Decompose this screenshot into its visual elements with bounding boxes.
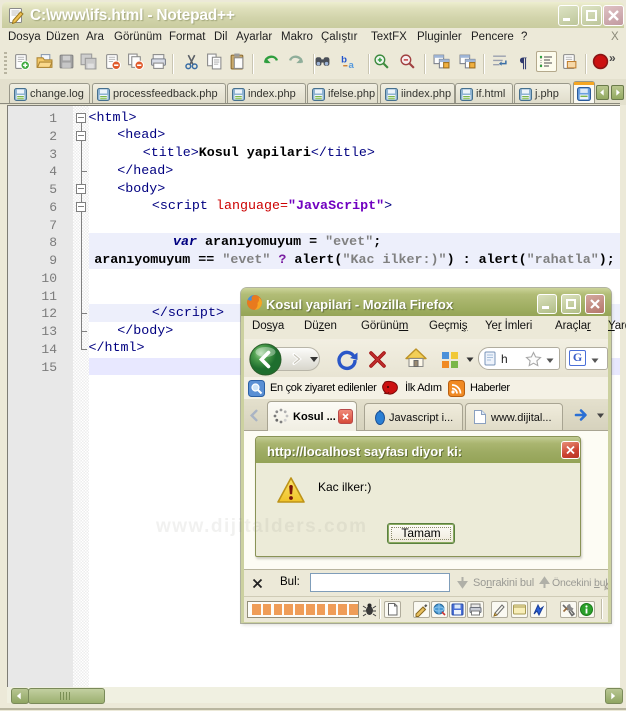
svg-text:b: b — [341, 55, 347, 66]
svg-text:a: a — [349, 60, 355, 70]
svg-text:¶: ¶ — [519, 55, 527, 70]
